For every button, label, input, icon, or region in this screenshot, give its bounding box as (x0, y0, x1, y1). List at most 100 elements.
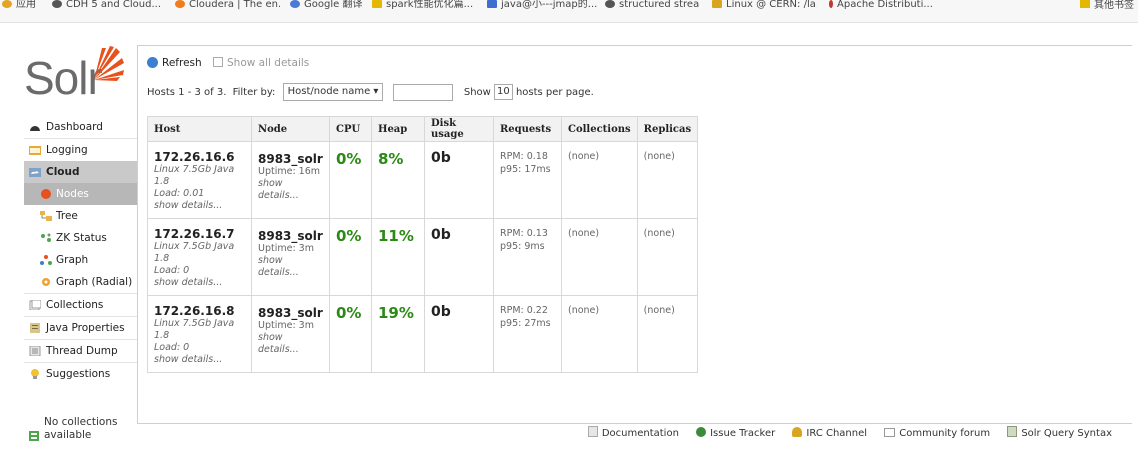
heap-cell: 11% (371, 218, 425, 296)
node-name: 8983_solr (258, 152, 323, 166)
apps-icon (2, 0, 12, 8)
blog-icon (487, 0, 497, 8)
collections-cell: (none) (561, 295, 638, 373)
sidebar-item-nodes[interactable]: Nodes (24, 183, 137, 205)
replicas-cell: (none) (636, 141, 699, 219)
filter-type-select[interactable]: Host/node name ▾ (282, 83, 384, 101)
show-all-details-toggle[interactable]: Show all details (213, 57, 309, 69)
disk-cell: 0b (424, 295, 494, 373)
node-cell: 8983_solr Uptime: 16m show details... (251, 141, 330, 219)
bookmark-item[interactable]: java@小---jmap的... (487, 0, 597, 10)
footer-link-documentation[interactable]: Documentation (587, 426, 679, 439)
host-show-details-link[interactable]: show details... (154, 277, 245, 289)
heap-value: 8% (378, 150, 404, 168)
cloudera-icon (175, 0, 185, 8)
linux-icon (712, 0, 722, 8)
node-show-details-link[interactable]: show details... (258, 178, 323, 202)
node-uptime: Uptime: 3m (258, 320, 314, 331)
table-row: 172.26.16.6 Linux 7.5Gb Java 1.8 Load: 0… (147, 141, 699, 219)
sun-icon (94, 46, 124, 81)
collections-value: (none) (568, 305, 600, 316)
bookmark-item[interactable]: spark性能优化篇... (372, 0, 477, 10)
node-show-details-link[interactable]: show details... (258, 255, 323, 279)
node-uptime: Uptime: 16m (258, 166, 321, 177)
sidebar-item-logging[interactable]: Logging (24, 139, 137, 161)
folder-icon (1080, 0, 1090, 8)
host-show-details-link[interactable]: show details... (154, 200, 245, 212)
show-label: Show (463, 87, 491, 98)
column-header-host: Host (147, 116, 252, 142)
sidebar-item-zk-status[interactable]: ZK Status (24, 227, 137, 249)
host-load: Load: 0 (154, 265, 190, 276)
bookmark-item[interactable]: Apache Distributi... (829, 0, 939, 10)
bookmark-item[interactable]: structured strea... (605, 0, 700, 10)
filter-by-label: Filter by: (232, 87, 276, 98)
bookmark-item[interactable]: Google 翻译 (290, 0, 365, 10)
sidebar-item-cloud[interactable]: Cloud (24, 161, 137, 183)
requests-rpm: RPM: 0.18 (500, 151, 548, 162)
bookmark-item[interactable]: Linux @ CERN: /la... (712, 0, 817, 10)
host-load: Load: 0 (154, 342, 190, 353)
footer-link-solr-query-syntax[interactable]: Solr Query Syntax (1007, 426, 1112, 439)
footer-link-irc-channel[interactable]: IRC Channel (792, 427, 867, 439)
sidebar-item-thread-dump[interactable]: Thread Dump (24, 340, 137, 362)
column-header-heap: Heap (371, 116, 425, 142)
core-icon (29, 431, 39, 441)
host-show-details-link[interactable]: show details... (154, 354, 245, 366)
bookmark-item[interactable]: Cloudera | The en... (175, 0, 280, 10)
requests-cell: RPM: 0.13 p95: 9ms (493, 218, 562, 296)
footer-link-community-forum[interactable]: Community forum (884, 428, 990, 439)
bookmark-apps[interactable]: 应用 (2, 0, 42, 10)
replicas-value: (none) (643, 228, 675, 239)
sidebar-item-graph[interactable]: Graph (24, 249, 137, 271)
checkbox-icon (213, 57, 223, 67)
column-header-replicas: Replicas (636, 116, 699, 142)
node-uptime: Uptime: 3m (258, 243, 314, 254)
sidebar-item-java-properties[interactable]: Java Properties (24, 317, 137, 339)
replicas-cell: (none) (636, 295, 699, 373)
translate-icon (290, 0, 300, 8)
sidebar-item-collections[interactable]: Collections (24, 294, 137, 316)
nodes-toolbar: Refresh Show all details (147, 57, 309, 69)
node-name: 8983_solr (258, 229, 323, 243)
node-show-details-link[interactable]: show details... (258, 332, 323, 356)
heap-cell: 8% (371, 141, 425, 219)
footer-link-issue-tracker[interactable]: Issue Tracker (696, 427, 775, 439)
bookmarks-bar: 应用 CDH 5 and Cloud... Cloudera | The en.… (0, 0, 1138, 23)
cpu-cell: 0% (329, 218, 372, 296)
host-cell: 172.26.16.7 Linux 7.5Gb Java 1.8 Load: 0… (147, 218, 252, 296)
dashboard-icon (30, 126, 40, 131)
solr-logo[interactable]: Solr (24, 46, 128, 102)
host-load: Load: 0.01 (154, 188, 205, 199)
no-collections-notice: No collections available (24, 416, 137, 442)
heap-value: 11% (378, 227, 414, 245)
filter-row: Hosts 1 - 3 of 3. Filter by: Host/node n… (147, 83, 594, 101)
filter-search-input[interactable] (392, 83, 453, 101)
bookmark-other[interactable]: 其他书签 (1080, 0, 1134, 11)
replicas-value: (none) (643, 305, 675, 316)
cpu-value: 0% (336, 304, 362, 322)
sidebar-item-suggestions[interactable]: Suggestions (24, 363, 137, 385)
column-header-cpu: CPU (329, 116, 372, 142)
sidebar-item-dashboard[interactable]: Dashboard (24, 116, 137, 138)
sidebar-item-tree[interactable]: Tree (24, 205, 137, 227)
column-header-collections: Collections (561, 116, 638, 142)
cpu-value: 0% (336, 227, 362, 245)
refresh-icon (147, 57, 158, 68)
main-content: Refresh Show all details Hosts 1 - 3 of … (137, 45, 1132, 424)
bookmark-item[interactable]: CDH 5 and Cloud... (52, 0, 162, 10)
per-page-label: hosts per page. (515, 87, 594, 98)
zk-status-icon (41, 233, 51, 242)
hosts-per-page-input[interactable]: 10 (494, 84, 513, 100)
no-collections-line2: available (24, 429, 137, 442)
bug-icon (696, 427, 707, 437)
tree-icon (40, 211, 52, 221)
refresh-button[interactable]: Refresh (147, 57, 202, 69)
host-name: 172.26.16.8 (154, 304, 235, 318)
disk-value: 0b (431, 227, 451, 243)
sidebar-item-graph-radial[interactable]: Graph (Radial) (24, 271, 137, 293)
disk-value: 0b (431, 150, 451, 166)
requests-p95: p95: 17ms (500, 164, 551, 175)
graph-icon (40, 255, 52, 265)
logging-icon (29, 146, 41, 155)
